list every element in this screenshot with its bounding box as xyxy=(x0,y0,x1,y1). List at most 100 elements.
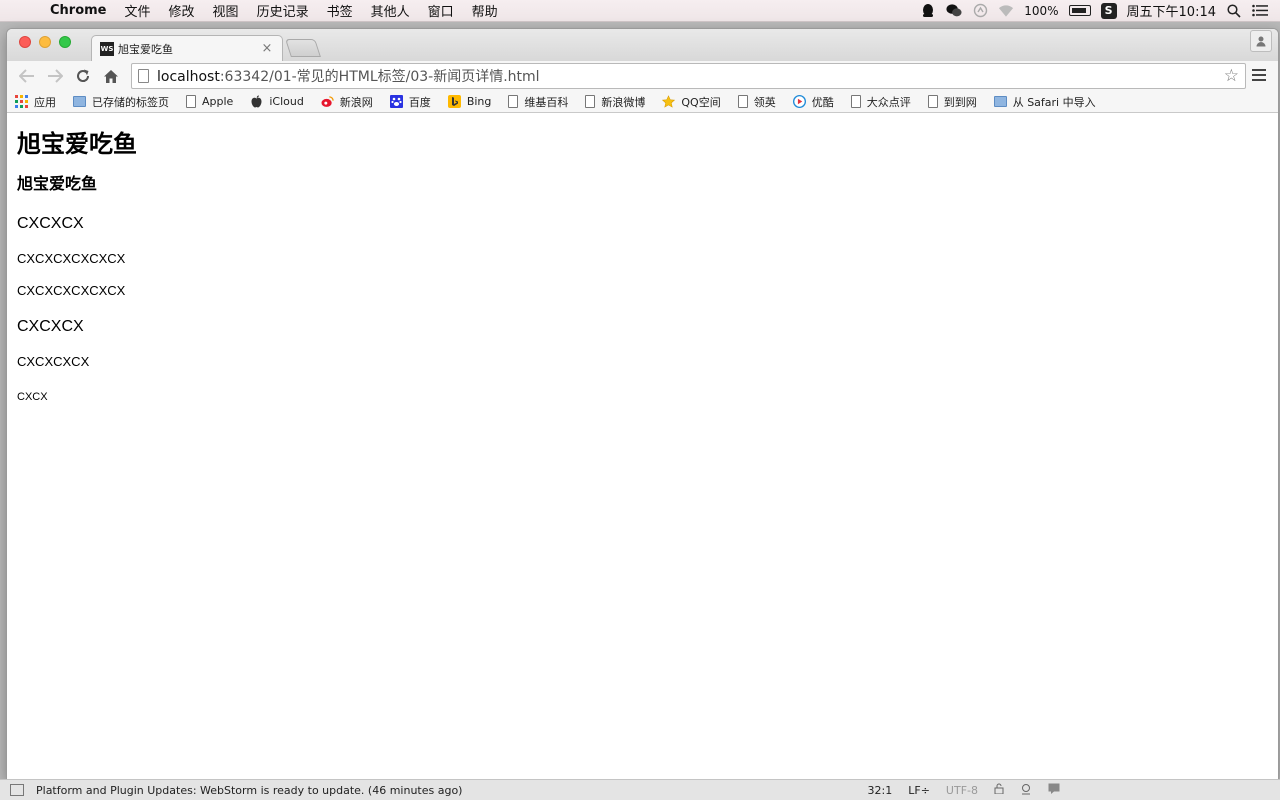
menu-help[interactable]: 帮助 xyxy=(463,1,507,20)
tab-close-icon[interactable]: × xyxy=(260,41,274,56)
bookmark-label: Apple xyxy=(202,95,234,108)
bookmark-label: 新浪微博 xyxy=(601,95,646,109)
battery-icon[interactable] xyxy=(1068,5,1091,16)
url-host: localhost xyxy=(157,69,220,85)
bookmark-import-safari[interactable]: 从 Safari 中导入 xyxy=(993,94,1096,110)
apps-grid-icon xyxy=(15,95,28,108)
text-line-4: CXCXCX xyxy=(17,318,84,335)
page-icon xyxy=(138,69,149,83)
qq-icon[interactable] xyxy=(920,3,936,19)
bookmark-label: 大众点评 xyxy=(866,95,911,109)
bookmark-saved-tabs[interactable]: 已存储的标签页 xyxy=(73,94,169,110)
bookmark-label: 已存储的标签页 xyxy=(92,95,169,109)
browser-window: WS 旭宝爱吃鱼 × localhost:63342/01-常见的HTML标签/… xyxy=(7,29,1278,779)
page-icon xyxy=(927,95,938,108)
home-button[interactable] xyxy=(97,64,125,88)
bookmark-apple[interactable]: Apple xyxy=(186,95,233,108)
url-path: :63342/01-常见的HTML标签/03-新闻页详情.html xyxy=(219,69,540,85)
bookmark-label: 新浪网 xyxy=(339,95,373,109)
bookmark-label: 从 Safari 中导入 xyxy=(1012,95,1096,109)
reload-icon xyxy=(77,69,90,82)
wechat-icon[interactable] xyxy=(946,3,962,19)
notification-center-icon[interactable] xyxy=(1252,3,1268,19)
folder-icon xyxy=(73,96,86,107)
url-text[interactable]: localhost:63342/01-常见的HTML标签/03-新闻页详情.ht… xyxy=(157,66,1224,86)
file-encoding[interactable]: UTF-8 xyxy=(938,784,986,797)
page-content: 旭宝爱吃鱼 旭宝爱吃鱼 CXCXCX CXCXCXCXCXCX CXCXCXCX… xyxy=(7,131,1278,404)
apple-logo-icon xyxy=(251,95,262,108)
panel-toggle-icon[interactable] xyxy=(10,784,24,796)
bookmark-youku[interactable]: 优酷 xyxy=(792,94,834,110)
s-app-icon[interactable]: S xyxy=(1100,2,1117,19)
event-log-icon[interactable] xyxy=(1040,783,1280,797)
spotlight-search-icon[interactable] xyxy=(1226,3,1242,19)
bookmark-label: 应用 xyxy=(34,95,56,109)
menu-app-chrome[interactable]: Chrome xyxy=(44,3,116,18)
menu-history[interactable]: 历史记录 xyxy=(248,1,318,20)
menu-view[interactable]: 视图 xyxy=(204,1,248,20)
battery-percent: 100% xyxy=(1024,3,1059,18)
text-line-6: CXCX xyxy=(17,391,48,403)
browser-toolbar: localhost:63342/01-常见的HTML标签/03-新闻页详情.ht… xyxy=(7,61,1278,91)
chrome-menu-button[interactable] xyxy=(1246,66,1272,86)
window-controls xyxy=(19,36,71,48)
text-line-1: CXCXCX xyxy=(17,215,84,232)
menu-bookmarks[interactable]: 书签 xyxy=(318,1,362,20)
bookmark-label: 百度 xyxy=(408,95,431,109)
arrow-right-icon xyxy=(48,69,63,83)
tab-strip: WS 旭宝爱吃鱼 × xyxy=(7,29,1278,61)
cloud-icon[interactable] xyxy=(972,3,988,19)
minimize-window-button[interactable] xyxy=(39,36,51,48)
zoom-window-button[interactable] xyxy=(59,36,71,48)
page-icon xyxy=(508,95,519,108)
menu-file[interactable]: 文件 xyxy=(116,1,160,20)
page-icon xyxy=(737,95,748,108)
new-tab-button[interactable] xyxy=(285,39,321,57)
wifi-icon[interactable] xyxy=(998,3,1014,19)
menu-edit[interactable]: 修改 xyxy=(160,1,204,20)
status-message[interactable]: Platform and Plugin Updates: WebStorm is… xyxy=(36,784,860,797)
bookmark-bing[interactable]: Bing xyxy=(447,95,492,108)
text-line-2: CXCXCXCXCXCX xyxy=(17,251,126,266)
page-heading-1: 旭宝爱吃鱼 xyxy=(17,131,137,158)
page-icon xyxy=(186,95,196,108)
bookmark-label: iCloud xyxy=(269,95,304,108)
folder-icon xyxy=(993,96,1007,107)
ide-status-bar: Platform and Plugin Updates: WebStorm is… xyxy=(0,779,1280,800)
webstorm-favicon-icon: WS xyxy=(100,41,114,56)
address-bar[interactable]: localhost:63342/01-常见的HTML标签/03-新闻页详情.ht… xyxy=(131,63,1246,89)
close-window-button[interactable] xyxy=(19,36,31,48)
bookmark-weibo[interactable]: 新浪微博 xyxy=(585,94,645,110)
menu-extras: 100% S 周五下午10:14 xyxy=(920,1,1280,20)
tab-active[interactable]: WS 旭宝爱吃鱼 × xyxy=(91,35,283,61)
profile-button[interactable] xyxy=(1250,30,1272,52)
menu-window[interactable]: 窗口 xyxy=(419,1,463,20)
bookmark-baidu[interactable]: 百度 xyxy=(389,94,431,110)
bookmark-wikipedia[interactable]: 维基百科 xyxy=(508,94,568,110)
bookmark-sina[interactable]: 新浪网 xyxy=(321,94,373,110)
bookmark-dianping[interactable]: 大众点评 xyxy=(850,94,911,110)
bookmarks-bar: 应用 已存储的标签页 Apple iCloud 新浪网 百度 Bing 维基百科… xyxy=(7,91,1278,113)
menubar-clock[interactable]: 周五下午10:14 xyxy=(1127,1,1216,20)
line-separator[interactable]: LF÷ xyxy=(900,784,938,797)
bookmark-icloud[interactable]: iCloud xyxy=(250,95,304,108)
bookmark-apps[interactable]: 应用 xyxy=(15,94,56,110)
bookmark-label: QQ空间 xyxy=(681,95,721,109)
star-icon xyxy=(662,95,676,108)
forward-button[interactable] xyxy=(41,64,69,88)
text-line-5: CXCXCXCX xyxy=(17,354,90,369)
cursor-position[interactable]: 32:1 xyxy=(860,784,901,797)
inspector-icon[interactable] xyxy=(1012,783,1040,798)
bookmark-label: 维基百科 xyxy=(524,95,569,109)
text-line-3: CXCXCXCXCXCX xyxy=(17,283,126,298)
bookmark-linkedin[interactable]: 领英 xyxy=(737,94,776,110)
reload-button[interactable] xyxy=(69,64,97,88)
back-button[interactable] xyxy=(13,64,41,88)
menu-people[interactable]: 其他人 xyxy=(362,1,419,20)
bookmark-daodao[interactable]: 到到网 xyxy=(927,94,977,110)
bookmark-label: Bing xyxy=(466,95,492,108)
lock-icon[interactable] xyxy=(986,783,1012,797)
bookmark-label: 领英 xyxy=(753,95,776,109)
bookmark-qzone[interactable]: QQ空间 xyxy=(662,94,721,110)
bookmark-star-icon[interactable]: ☆ xyxy=(1224,66,1239,86)
